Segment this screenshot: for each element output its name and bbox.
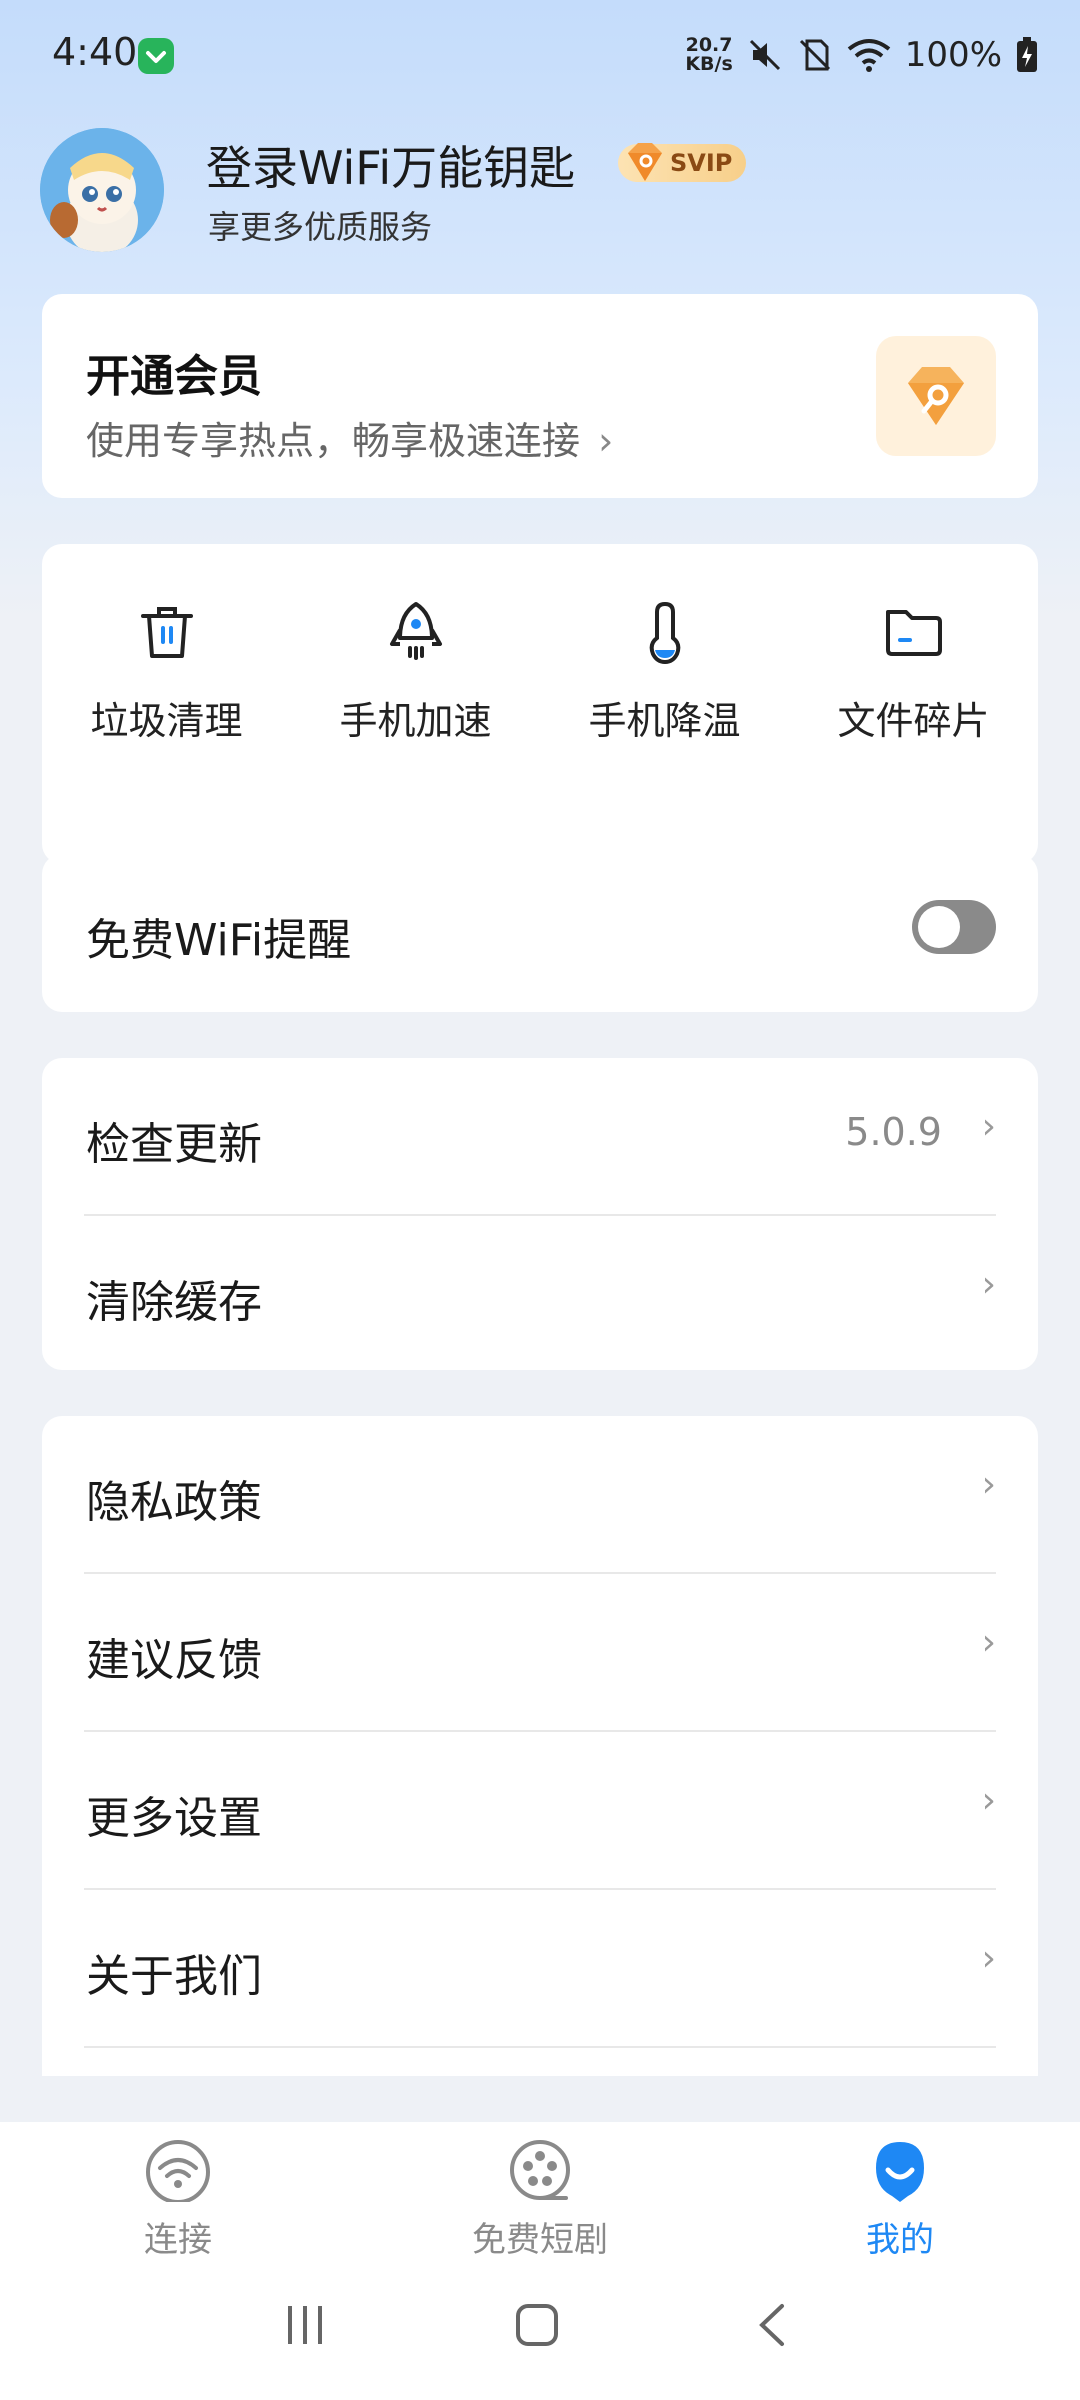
- tool-label: 手机加速: [339, 699, 492, 743]
- mute-icon: [749, 39, 780, 71]
- nav-tab-connect[interactable]: 连接: [78, 2138, 278, 2261]
- net-speed: 20.7 KB/s: [685, 34, 733, 75]
- battery-percent: 100%: [904, 35, 1002, 75]
- privacy-policy-row[interactable]: 隐私政策 ›: [42, 1416, 1038, 1574]
- rocket-icon: [389, 602, 442, 660]
- battery-charging-icon: [1017, 37, 1037, 72]
- status-icons: 20.7 KB/s 100%: [685, 30, 1038, 80]
- toggle-knob: [918, 906, 960, 948]
- nav-tab-me[interactable]: 我的: [800, 2138, 1000, 2261]
- tool-phone-cool[interactable]: 手机降温: [551, 600, 779, 864]
- more-settings-label: 更多设置: [86, 1793, 262, 1844]
- thermometer-icon: [649, 601, 680, 664]
- film-reel-icon: [510, 2140, 570, 2200]
- wifi-reminder-toggle[interactable]: [912, 900, 996, 954]
- wifi-reminder-label: 免费WiFi提醒: [86, 915, 352, 966]
- trash-icon: [140, 607, 193, 658]
- login-subtitle: 享更多优质服务: [208, 208, 433, 246]
- no-sim-icon: [799, 39, 830, 71]
- wifi-signal-icon: [847, 39, 891, 72]
- chevron-right-icon: ›: [981, 1264, 996, 1305]
- privacy-policy-label: 隐私政策: [86, 1477, 262, 1528]
- bottom-nav: 连接 免费短剧 我的: [0, 2122, 1080, 2400]
- vip-card[interactable]: 开通会员 使用专享热点，畅享极速连接 ›: [42, 294, 1038, 498]
- wifi-reminder-card: 免费WiFi提醒: [42, 854, 1038, 1012]
- nav-label: 免费短剧: [472, 2220, 608, 2260]
- vip-card-subtitle: 使用专享热点，畅享极速连接 ›: [86, 419, 614, 463]
- tool-label: 垃圾清理: [90, 699, 243, 743]
- tool-label: 文件碎片: [837, 699, 990, 743]
- profile-icon: [876, 2142, 924, 2202]
- vip-card-title: 开通会员: [86, 351, 262, 402]
- divider: [84, 2046, 996, 2048]
- status-time: 4:40: [52, 30, 138, 74]
- tool-trash-clean[interactable]: 垃圾清理: [53, 600, 281, 864]
- chevron-right-icon: ›: [598, 419, 614, 463]
- avatar[interactable]: [40, 128, 164, 252]
- check-update-label: 检查更新: [86, 1119, 262, 1170]
- clear-cache-label: 清除缓存: [86, 1277, 262, 1328]
- chevron-right-icon: ›: [981, 1780, 996, 1821]
- settings-group-update: 检查更新 5.0.9 › 清除缓存 ›: [42, 1058, 1038, 1370]
- back-button[interactable]: [752, 2300, 792, 2350]
- settings-group-general: 隐私政策 › 建议反馈 › 更多设置 › 关于我们 ›: [42, 1416, 1038, 2076]
- nav-label: 我的: [866, 2220, 934, 2260]
- recents-button[interactable]: [280, 2300, 330, 2350]
- vip-diamond-icon: [876, 336, 996, 456]
- check-update-row[interactable]: 检查更新 5.0.9 ›: [42, 1058, 1038, 1216]
- about-us-row[interactable]: 关于我们 ›: [42, 1890, 1038, 2048]
- wifi-icon: [146, 2140, 210, 2202]
- tool-label: 手机降温: [588, 699, 741, 743]
- chevron-right-icon: ›: [981, 1938, 996, 1979]
- tools-card: 垃圾清理 手机加速 手机降温 文件碎片: [42, 544, 1038, 864]
- home-button[interactable]: [512, 2300, 562, 2350]
- about-us-label: 关于我们: [86, 1951, 262, 2002]
- chevron-right-icon: ›: [981, 1622, 996, 1663]
- folder-icon: [885, 610, 942, 656]
- chevron-right-icon: ›: [981, 1106, 996, 1147]
- tool-file-fragments[interactable]: 文件碎片: [800, 600, 1028, 864]
- gem-icon: [628, 143, 662, 181]
- feedback-row[interactable]: 建议反馈 ›: [42, 1574, 1038, 1732]
- svip-badge: SVIP: [618, 140, 747, 186]
- clear-cache-row[interactable]: 清除缓存 ›: [42, 1216, 1038, 1370]
- more-settings-row[interactable]: 更多设置 ›: [42, 1732, 1038, 1890]
- nav-label: 连接: [144, 2220, 212, 2260]
- security-app-icon: [138, 38, 174, 74]
- nav-tab-short-drama[interactable]: 免费短剧: [440, 2138, 640, 2261]
- version-value: 5.0.9: [845, 1110, 942, 1154]
- tool-phone-boost[interactable]: 手机加速: [302, 600, 530, 864]
- login-title[interactable]: 登录WiFi万能钥匙: [206, 132, 575, 198]
- feedback-label: 建议反馈: [86, 1635, 262, 1686]
- chevron-right-icon: ›: [981, 1464, 996, 1505]
